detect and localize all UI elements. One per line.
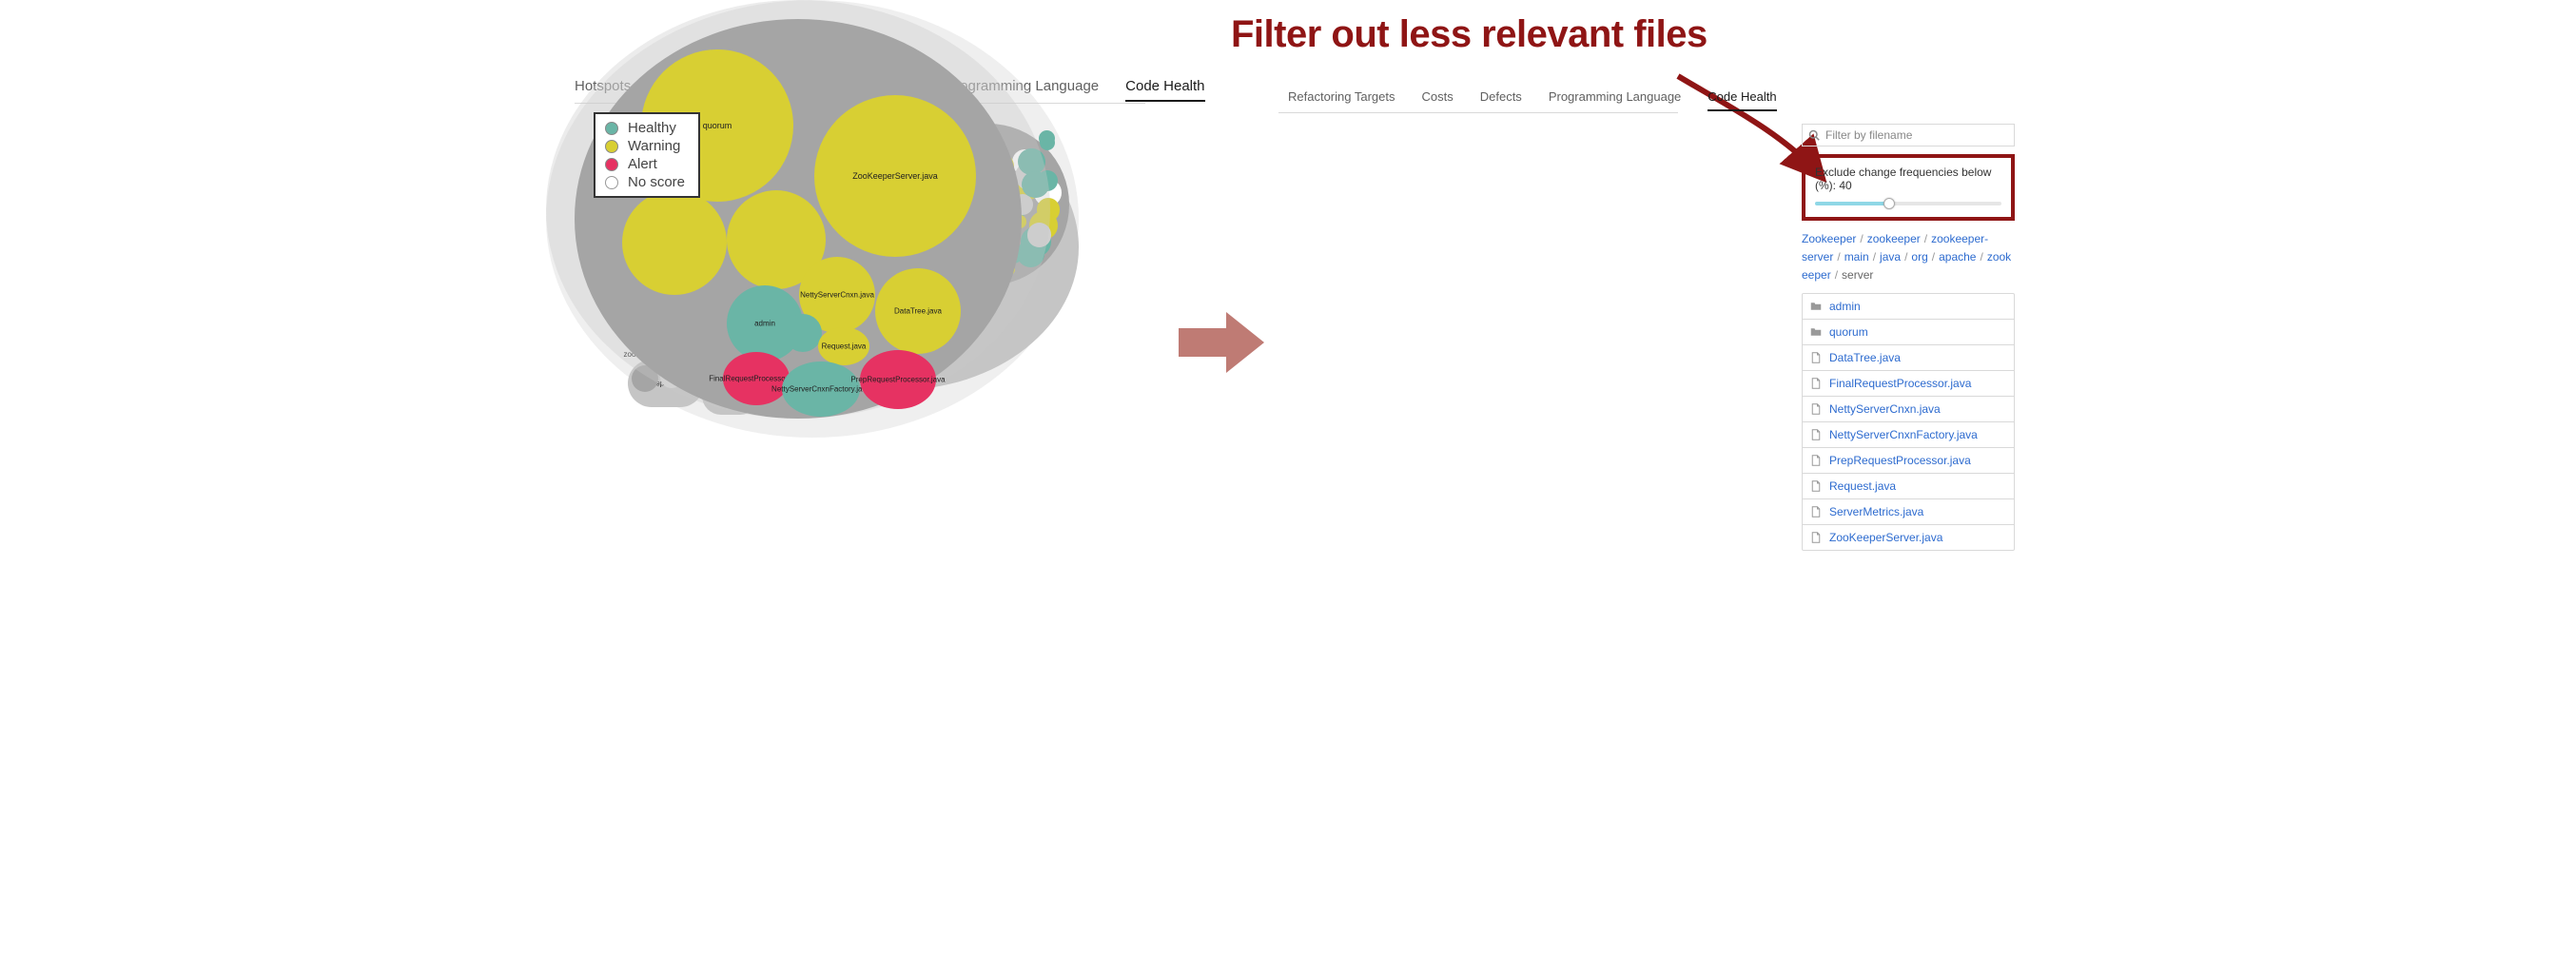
- file-icon: [1810, 480, 1822, 492]
- breadcrumb-sep: /: [1904, 250, 1907, 264]
- legend-healthy: Healthy: [605, 120, 685, 136]
- bubble-nettyfactory[interactable]: NettyServerCnxnFactory.java: [782, 361, 860, 417]
- bubble-label: admin: [754, 320, 775, 328]
- tab-code-health[interactable]: Code Health: [1125, 78, 1204, 102]
- legend-label: No score: [628, 174, 685, 190]
- legend-alert: Alert: [605, 156, 685, 172]
- breadcrumb: Zookeeper/zookeeper/zookeeper-server/mai…: [1802, 230, 2015, 285]
- file-name: ZooKeeperServer.java: [1829, 531, 1942, 544]
- breadcrumb-sep: /: [1835, 268, 1838, 282]
- legend-noscore: No score: [605, 174, 685, 190]
- file-icon: [1810, 429, 1822, 440]
- slider-label: Exclude change frequencies below (%): 40: [1815, 166, 2001, 192]
- tab-code-health[interactable]: Code Health: [1708, 89, 1776, 111]
- bubble-label: Request.java: [822, 342, 867, 351]
- file-name: NettyServerCnxn.java: [1829, 402, 1941, 416]
- file-row[interactable]: ZooKeeperServer.java: [1803, 525, 2014, 550]
- filter-by-filename-input[interactable]: Filter by filename: [1802, 124, 2015, 146]
- bubble-label: NettyServerCnxnFactory.java: [771, 385, 870, 394]
- tab-refactoring-targets[interactable]: Refactoring Targets: [1288, 89, 1395, 111]
- legend-label: Alert: [628, 156, 657, 172]
- breadcrumb-segment[interactable]: apache: [1939, 250, 1976, 264]
- file-name: FinalRequestProcessor.java: [1829, 377, 1971, 390]
- breadcrumb-segment[interactable]: main: [1844, 250, 1869, 264]
- breadcrumb-segment[interactable]: zookeeper: [1867, 232, 1921, 245]
- legend-label: Healthy: [628, 120, 676, 136]
- bubble-label: NettyServerCnxn.java: [800, 291, 874, 300]
- file-icon: [1810, 532, 1822, 543]
- slider-track[interactable]: [1815, 202, 2001, 205]
- file-row[interactable]: ServerMetrics.java: [1803, 499, 2014, 525]
- file-row[interactable]: FinalRequestProcessor.java: [1803, 371, 2014, 397]
- breadcrumb-segment[interactable]: Zookeeper: [1802, 232, 1856, 245]
- dot-warning-icon: [605, 140, 618, 153]
- bubble-label: PrepRequestProcessor.java: [850, 376, 945, 384]
- file-icon: [1810, 403, 1822, 415]
- legend-warning: Warning: [605, 138, 685, 154]
- file-icon: [1810, 506, 1822, 518]
- file-list: admin quorum DataTree.java FinalRequestProc…: [1802, 293, 2015, 551]
- file-icon: [1810, 352, 1822, 363]
- bubble-preprequest[interactable]: PrepRequestProcessor.java: [860, 350, 936, 409]
- bubble-finalreq[interactable]: FinalRequestProcessor.java: [723, 352, 790, 405]
- tab-programming-language[interactable]: Programming Language: [1549, 89, 1681, 111]
- breadcrumb-segment[interactable]: org: [1911, 250, 1927, 264]
- tab-costs[interactable]: Costs: [1422, 89, 1454, 111]
- file-row[interactable]: admin: [1803, 294, 2014, 320]
- bubble-zkserver[interactable]: ZooKeeperServer.java: [814, 95, 976, 257]
- file-row[interactable]: DataTree.java: [1803, 345, 2014, 371]
- bubble-label: ZooKeeperServer.java: [852, 171, 938, 181]
- file-row[interactable]: Request.java: [1803, 474, 2014, 499]
- dot-alert-icon: [605, 158, 618, 171]
- bubble-label: DataTree.java: [894, 307, 942, 316]
- breadcrumb-sep: /: [1860, 232, 1863, 245]
- breadcrumb-segment[interactable]: java: [1880, 250, 1901, 264]
- slider-handle[interactable]: [1883, 198, 1895, 209]
- file-row[interactable]: quorum: [1803, 320, 2014, 345]
- breadcrumb-sep: /: [1837, 250, 1840, 264]
- breadcrumb-sep: /: [1980, 250, 1982, 264]
- search-icon: [1808, 129, 1820, 141]
- file-name: quorum: [1829, 325, 1868, 339]
- breadcrumb-segment: server: [1842, 268, 1873, 282]
- hotspot-viz-right[interactable]: quorum ZooKeeperServer.java admin NettyS…: [546, 438, 1050, 875]
- exclude-frequency-slider[interactable]: Exclude change frequencies below (%): 40: [1802, 154, 2015, 221]
- bubble-datatree[interactable]: DataTree.java: [875, 268, 961, 354]
- file-name: NettyServerCnxnFactory.java: [1829, 428, 1978, 441]
- file-name: DataTree.java: [1829, 351, 1901, 364]
- dot-noscore-icon: [605, 176, 618, 189]
- file-name: Request.java: [1829, 479, 1896, 493]
- file-row[interactable]: PrepRequestProcessor.java: [1803, 448, 2014, 474]
- filter-placeholder: Filter by filename: [1825, 128, 1912, 142]
- bubble-request[interactable]: Request.java: [818, 327, 869, 365]
- bubble-label: quorum: [703, 121, 732, 130]
- filter-panel: Filter by filename Exclude change freque…: [1802, 124, 2015, 551]
- legend-label: Warning: [628, 138, 680, 154]
- file-name: PrepRequestProcessor.java: [1829, 454, 1971, 467]
- folder-icon: [1810, 326, 1822, 338]
- breadcrumb-sep: /: [1873, 250, 1876, 264]
- transition-arrow-icon: [1174, 304, 1269, 381]
- breadcrumb-sep: /: [1932, 250, 1935, 264]
- annotation-headline: Filter out less relevant files: [1231, 13, 1708, 56]
- folder-icon: [1810, 301, 1822, 312]
- dot-healthy-icon: [605, 122, 618, 135]
- file-row[interactable]: NettyServerCnxn.java: [1803, 397, 2014, 422]
- file-icon: [1810, 455, 1822, 466]
- tab-defects[interactable]: Defects: [1480, 89, 1522, 111]
- file-icon: [1810, 378, 1822, 389]
- breadcrumb-sep: /: [1924, 232, 1927, 245]
- file-row[interactable]: NettyServerCnxnFactory.java: [1803, 422, 2014, 448]
- file-name: admin: [1829, 300, 1861, 313]
- legend: Healthy Warning Alert No score: [594, 112, 700, 198]
- file-name: ServerMetrics.java: [1829, 505, 1923, 518]
